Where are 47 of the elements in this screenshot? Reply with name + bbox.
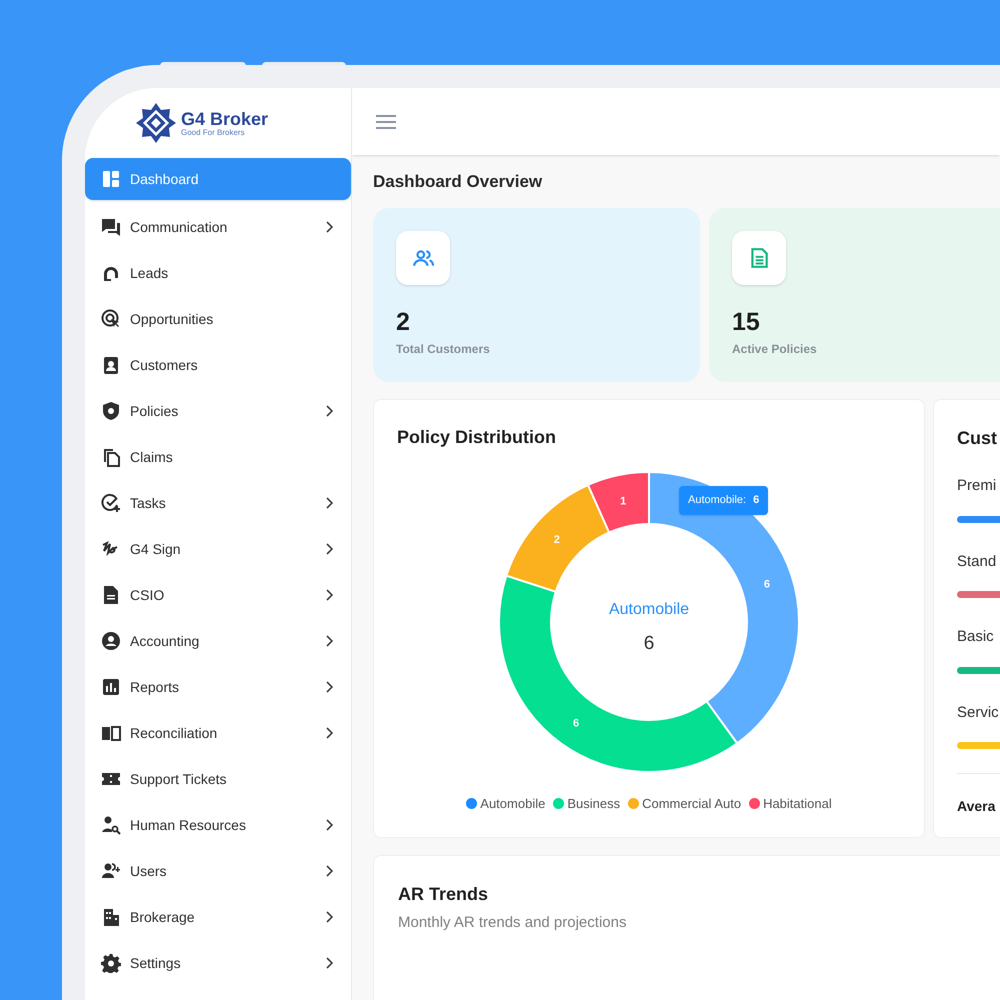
- contact-card-icon: [101, 355, 121, 375]
- card-title: Cust: [957, 427, 997, 450]
- data-label: 1: [620, 496, 626, 508]
- data-label: 2: [554, 534, 560, 546]
- card-title: AR Trends: [398, 883, 488, 906]
- center-label: Automobile: [608, 601, 690, 618]
- bar-label: Servic: [957, 702, 999, 722]
- buildings-icon: [101, 907, 121, 927]
- card-subtitle: Monthly AR trends and projections: [398, 913, 626, 933]
- section-title: Avera: [957, 797, 996, 816]
- user-circle-icon: [101, 631, 121, 651]
- shield-icon: [101, 401, 121, 421]
- stat-value: 15: [732, 307, 760, 337]
- legend-label[interactable]: Automobile: [480, 794, 546, 814]
- person-search-icon: [101, 815, 121, 835]
- document-icon: [101, 585, 121, 605]
- donut-slice[interactable]: [498, 574, 738, 773]
- bar-label: Premi: [957, 476, 996, 496]
- bar-label: Basic: [957, 627, 994, 647]
- copy-icon: [101, 447, 121, 467]
- legend-label[interactable]: Commercial Auto: [642, 794, 742, 814]
- stat-label: Total Customers: [396, 341, 490, 358]
- card-title: Policy Distribution: [397, 426, 556, 449]
- logo-icon: [135, 102, 177, 144]
- brand-tagline: Good For Brokers: [181, 128, 246, 136]
- data-label: 6: [573, 717, 580, 730]
- target-cursor-icon: [101, 309, 121, 329]
- menu-icon[interactable]: [376, 114, 396, 130]
- center-value: 6: [644, 633, 654, 654]
- task-check-icon: [101, 493, 121, 513]
- dashboard-icon: [101, 169, 121, 189]
- bar-label: Stand: [957, 552, 996, 572]
- bar-chart-icon: [101, 677, 121, 697]
- chat-icon: [101, 217, 121, 237]
- book-icon: [101, 723, 121, 743]
- settings-icon: [101, 953, 121, 973]
- legend-label[interactable]: Habitational: [763, 794, 832, 814]
- stat-label: Active Policies: [732, 341, 817, 358]
- add-users-icon: [101, 861, 121, 881]
- page-title: Dashboard Overview: [373, 171, 544, 193]
- tooltip: Automobile: 6: [679, 486, 768, 515]
- brand-name: G4 Broker: [181, 110, 268, 128]
- legend-label[interactable]: Business: [567, 794, 620, 814]
- stat-value: 2: [396, 307, 410, 337]
- donut-slice[interactable]: [587, 471, 650, 534]
- data-label: 6: [764, 578, 770, 591]
- donut-slice[interactable]: [505, 484, 610, 593]
